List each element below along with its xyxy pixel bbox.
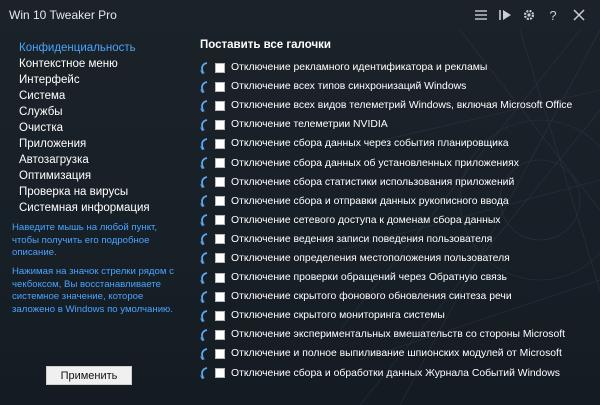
option-checkbox[interactable] [215,329,225,340]
restore-arrow-icon[interactable] [197,366,211,380]
option-checkbox[interactable] [215,100,225,111]
option-row: Отключение телеметрии NVIDIA [194,115,594,134]
sidebar-item-system-info[interactable]: Системная информация [19,200,188,216]
sidebar-item-virus-check[interactable]: Проверка на вирусы [19,184,188,200]
option-row: Отключение сбора и обработки данных Журн… [194,364,594,383]
restore-arrow-icon[interactable] [197,347,211,361]
option-row: Отключение сбора статистики использовани… [194,173,594,192]
option-label: Отключение проверки обращений через Обра… [231,272,507,284]
restore-arrow-icon[interactable] [197,175,211,189]
option-label: Отключение сбора статистики использовани… [231,176,515,188]
play-step-icon[interactable] [496,6,514,24]
option-label: Отключение сбора и отправки данных рукоп… [231,195,509,207]
option-checkbox[interactable] [215,368,225,379]
option-checkbox[interactable] [215,253,225,264]
option-checkbox[interactable] [215,158,225,169]
option-row: Отключение рекламного идентификатора и р… [194,58,594,77]
sidebar-item-cleanup[interactable]: Очистка [19,120,188,136]
sidebar-item-system[interactable]: Система [19,88,188,104]
restore-arrow-icon[interactable] [197,251,211,265]
window-title: Win 10 Tweaker Pro [9,8,117,22]
option-label: Отключение и полное выпиливание шпионски… [231,348,562,360]
option-row: Отключение сбора данных об установленных… [194,153,594,172]
option-label: Отключение рекламного идентификатора и р… [231,62,488,74]
option-row: Отключение и полное выпиливание шпионски… [194,344,594,363]
option-checkbox[interactable] [215,62,225,73]
option-row: Отключение сбора данных через события пл… [194,134,594,153]
list-icon[interactable] [472,6,490,24]
option-checkbox[interactable] [215,291,225,302]
option-row: Отключение всех типов синхронизаций Wind… [194,77,594,96]
option-row: Отключение скрытого фонового обновления … [194,287,594,306]
sidebar-item-autostart[interactable]: Автозагрузка [19,152,188,168]
option-label: Отключение сбора данных через события пл… [231,138,509,150]
title-bar: Win 10 Tweaker Pro ? [0,0,600,30]
option-label: Отключение сбора данных об установленных… [231,157,519,169]
option-label: Отключение всех типов синхронизаций Wind… [231,81,467,93]
option-row: Отключение ведения записи поведения поль… [194,230,594,249]
restore-arrow-icon[interactable] [197,328,211,342]
option-checkbox[interactable] [215,138,225,149]
option-label: Отключение определения местоположения по… [231,252,510,264]
sidebar-nav: Конфиденциальность Контекстное меню Инте… [0,36,188,216]
option-label: Отключение ведения записи поведения поль… [231,233,493,245]
option-row: Отключение экспериментальных вмешательст… [194,325,594,344]
select-all-link[interactable]: Поставить все галочки [200,39,331,51]
option-checkbox[interactable] [215,119,225,130]
sidebar-item-apps[interactable]: Приложения [19,136,188,152]
option-row: Отключение сетевого доступа к доменам сб… [194,211,594,230]
option-row: Отключение сбора и отправки данных рукоп… [194,192,594,211]
restore-arrow-icon[interactable] [197,99,211,113]
restore-arrow-icon[interactable] [197,118,211,132]
option-label: Отключение сбора и обработки данных Журн… [231,367,560,379]
close-icon[interactable] [570,6,588,24]
options-list: Отключение рекламного идентификатора и р… [194,58,594,383]
restore-hint-text: Нажимая на значок стрелки рядом с чекбок… [12,266,174,315]
option-label: Отключение экспериментальных вмешательст… [231,329,566,341]
option-checkbox[interactable] [215,215,225,226]
option-label: Отключение телеметрии NVIDIA [231,119,388,131]
restore-arrow-icon[interactable] [197,61,211,75]
sidebar-item-context-menu[interactable]: Контекстное меню [19,56,188,72]
restore-arrow-icon[interactable] [197,309,211,323]
app-window: Win 10 Tweaker Pro ? Конфиденциальность … [0,0,600,405]
option-label: Отключение скрытого фонового обновления … [231,291,512,303]
gear-icon[interactable] [520,6,538,24]
option-checkbox[interactable] [215,81,225,92]
option-checkbox[interactable] [215,272,225,283]
option-checkbox[interactable] [215,234,225,245]
sidebar-item-services[interactable]: Службы [19,104,188,120]
restore-arrow-icon[interactable] [197,213,211,227]
sidebar-item-privacy[interactable]: Конфиденциальность [19,40,188,56]
restore-arrow-icon[interactable] [197,156,211,170]
restore-arrow-icon[interactable] [197,271,211,285]
restore-arrow-icon[interactable] [197,290,211,304]
sidebar-item-interface[interactable]: Интерфейс [19,72,188,88]
option-row: Отключение скрытого мониторинга системы [194,306,594,325]
restore-arrow-icon[interactable] [197,194,211,208]
option-label: Отключение сетевого доступа к доменам сб… [231,214,501,226]
options-panel: Поставить все галочки Отключение рекламн… [194,36,594,396]
help-icon[interactable]: ? [544,6,562,24]
option-checkbox[interactable] [215,196,225,207]
option-checkbox[interactable] [215,177,225,188]
restore-arrow-icon[interactable] [197,80,211,94]
hover-hint-text: Наведите мышь на любой пункт, чтобы полу… [12,222,158,258]
restore-arrow-icon[interactable] [197,137,211,151]
sidebar-item-optimization[interactable]: Оптимизация [19,168,188,184]
sidebar: Конфиденциальность Контекстное меню Инте… [0,36,188,405]
option-checkbox[interactable] [215,348,225,359]
option-checkbox[interactable] [215,310,225,321]
option-label: Отключение всех видов телеметрий Windows… [231,100,573,112]
option-row: Отключение определения местоположения по… [194,249,594,268]
option-row: Отключение всех видов телеметрий Windows… [194,96,594,115]
option-row: Отключение проверки обращений через Обра… [194,268,594,287]
apply-button[interactable]: Применить [46,366,132,385]
restore-arrow-icon[interactable] [197,232,211,246]
option-label: Отключение скрытого мониторинга системы [231,310,445,322]
